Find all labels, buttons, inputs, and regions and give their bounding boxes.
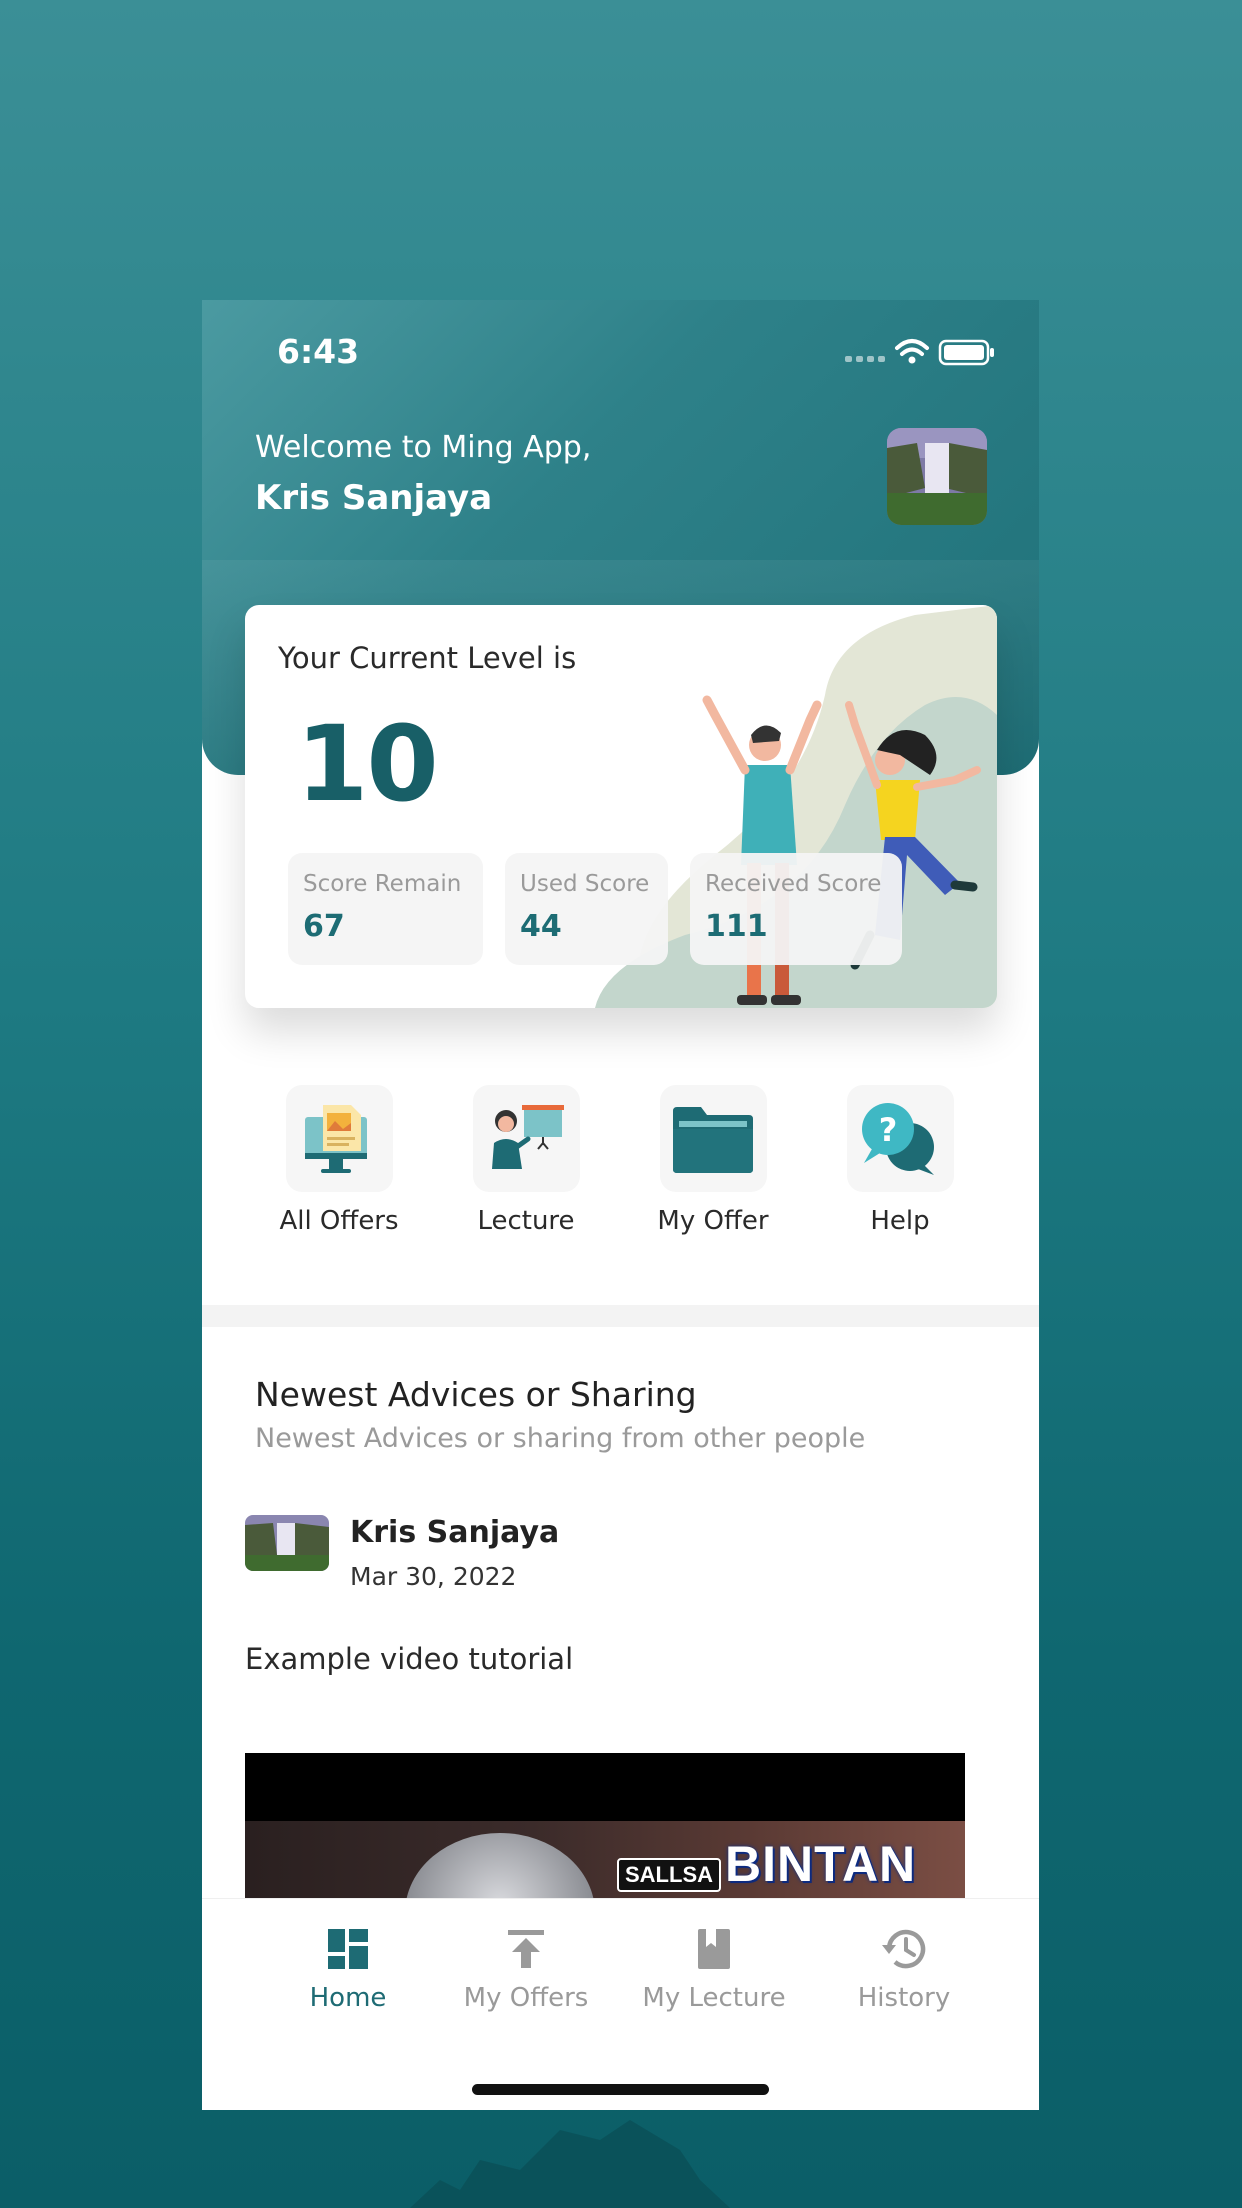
tab-label: History: [857, 1983, 951, 2013]
signal-icon: [845, 356, 885, 362]
status-time: 6:43: [277, 332, 360, 371]
dashboard-icon: [328, 1929, 368, 1969]
folder-icon: [673, 1106, 753, 1173]
section-subtitle: Newest Advices or sharing from other peo…: [255, 1423, 866, 1454]
score-label: Score Remain: [303, 871, 462, 897]
history-icon: [882, 1929, 926, 1969]
score-remain-box: Score Remain 67: [288, 853, 483, 965]
tab-history[interactable]: History: [814, 1925, 994, 2013]
post-author-name[interactable]: Kris Sanjaya: [350, 1515, 559, 1550]
video-overlay-big: BINTAN: [725, 1836, 917, 1892]
menu-label: Lecture: [477, 1206, 575, 1236]
score-value: 67: [303, 909, 345, 944]
tab-label: My Offers: [463, 1983, 589, 2013]
menu-label: My Offer: [657, 1206, 769, 1236]
help-chat-icon: ?: [862, 1102, 934, 1175]
home-indicator: [472, 2084, 769, 2095]
waterfall-image: [245, 1515, 329, 1571]
score-value: 44: [520, 909, 562, 944]
waterfall-image: [887, 428, 987, 525]
level-value: 10: [296, 703, 439, 825]
video-overlay-small: SALLSA: [617, 1858, 721, 1892]
menu-label: All Offers: [279, 1206, 399, 1236]
status-icons: [845, 339, 994, 366]
background-silhouette: [410, 2120, 730, 2208]
section-divider: [202, 1305, 1039, 1327]
received-score-box: Received Score 111: [690, 853, 902, 965]
app-screen: 6:43 Welcome to Ming App, Kris Sanjaya Y…: [202, 300, 1039, 2110]
level-card: Your Current Level is 10 Score Remain 67…: [245, 605, 997, 1008]
post-author-avatar[interactable]: [245, 1515, 329, 1571]
level-label: Your Current Level is: [278, 641, 577, 675]
bottom-tab-bar: Home My Offers My Lecture History: [202, 1898, 1039, 2110]
section-title: Newest Advices or Sharing: [255, 1375, 697, 1414]
tab-my-offers[interactable]: My Offers: [436, 1925, 616, 2013]
tab-label: My Lecture: [642, 1983, 786, 2013]
video-player[interactable]: SALLSA BINTAN: [245, 1753, 965, 1898]
score-label: Received Score: [705, 871, 882, 897]
welcome-text: Welcome to Ming App,: [255, 430, 592, 465]
profile-avatar[interactable]: [887, 428, 987, 525]
wifi-icon: [895, 339, 929, 356]
menu-my-offer[interactable]: My Offer: [633, 1085, 793, 1236]
book-icon: [698, 1929, 730, 1969]
monitor-image-icon: [305, 1104, 367, 1173]
menu-label: Help: [870, 1206, 930, 1236]
post-date: Mar 30, 2022: [350, 1562, 517, 1591]
upload-icon: [508, 1930, 544, 1968]
tab-home[interactable]: Home: [258, 1925, 438, 2013]
user-name: Kris Sanjaya: [255, 478, 493, 518]
tab-my-lecture[interactable]: My Lecture: [624, 1925, 804, 2013]
presenter-icon: [492, 1104, 564, 1169]
menu-help[interactable]: ? Help: [820, 1085, 980, 1236]
score-value: 111: [705, 909, 768, 944]
svg-text:?: ?: [879, 1111, 898, 1149]
tab-label: Home: [309, 1983, 387, 2013]
used-score-box: Used Score 44: [505, 853, 668, 965]
battery-icon: [938, 339, 994, 366]
post-text: Example video tutorial: [245, 1642, 574, 1676]
quick-menu: All Offers Lecture My Offer ? Help: [202, 1085, 1039, 1245]
menu-all-offers[interactable]: All Offers: [259, 1085, 419, 1236]
score-label: Used Score: [520, 871, 650, 897]
menu-lecture[interactable]: Lecture: [446, 1085, 606, 1236]
